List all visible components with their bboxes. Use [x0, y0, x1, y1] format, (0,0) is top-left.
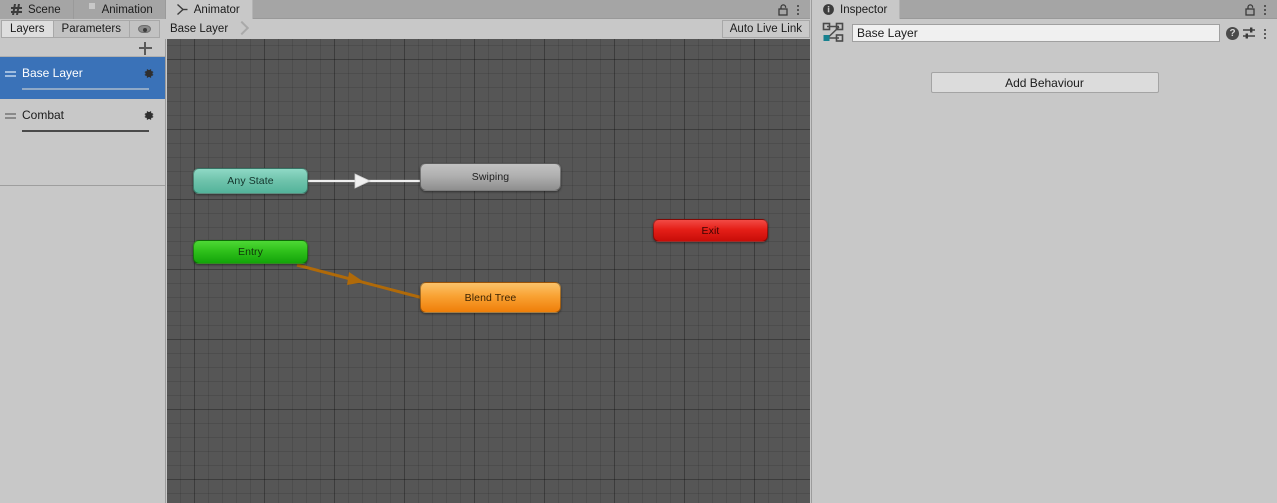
auto-live-link-button[interactable]: Auto Live Link	[721, 20, 810, 38]
eye-icon[interactable]	[129, 20, 160, 38]
animator-tabstrip: Scene Animation Animator	[0, 0, 810, 19]
clock-icon	[84, 3, 97, 16]
drag-handle-icon[interactable]	[5, 113, 16, 119]
unity-editor-window: Scene Animation Animator Layers Paramete…	[0, 0, 1277, 503]
animator-icon	[176, 3, 189, 16]
kebab-menu-icon[interactable]	[792, 2, 804, 17]
help-icon[interactable]: ?	[1226, 26, 1239, 40]
state-node-blend-tree[interactable]: Blend Tree	[420, 282, 561, 313]
breadcrumb-item-base-layer[interactable]: Base Layer	[170, 23, 228, 35]
breadcrumb: Base Layer	[162, 19, 250, 39]
toolbar-tab-parameters[interactable]: Parameters	[53, 20, 130, 38]
info-icon	[822, 3, 835, 16]
transition-any-state-to-swiping	[308, 173, 420, 189]
gear-icon[interactable]	[142, 109, 155, 122]
tab-animation[interactable]: Animation	[73, 0, 166, 19]
inspector-body: Add Behaviour	[812, 47, 1277, 93]
animator-window: Scene Animation Animator Layers Paramete…	[0, 0, 810, 503]
toolbar-tab-layers[interactable]: Layers	[1, 20, 54, 38]
layer-weight-bar	[22, 88, 149, 90]
state-node-label: Blend Tree	[464, 291, 517, 304]
state-node-label: Swiping	[471, 171, 510, 183]
kebab-menu-icon[interactable]	[1259, 2, 1271, 17]
layer-item-label: Base Layer	[22, 66, 83, 80]
layers-add-row	[0, 39, 165, 57]
tab-inspector-label: Inspector	[840, 3, 888, 16]
animator-toolbar: Layers Parameters Base Layer Auto Live L…	[0, 19, 810, 39]
state-node-label: Entry	[237, 246, 263, 258]
kebab-menu-icon[interactable]	[1259, 26, 1271, 41]
tab-inspector[interactable]: Inspector	[812, 0, 901, 19]
state-node-any-state[interactable]: Any State	[193, 168, 308, 194]
tab-animation-label: Animation	[101, 3, 153, 16]
inspector-window: Inspector Base Layer ? Add Behaviour	[811, 0, 1277, 503]
tab-scene-label: Scene	[28, 3, 61, 16]
layer-weight-bar	[22, 130, 149, 132]
layer-name-input[interactable]: Base Layer	[852, 24, 1220, 42]
layers-panel: Base Layer Combat	[0, 39, 166, 503]
state-node-swiping[interactable]: Swiping	[420, 163, 561, 191]
state-node-exit[interactable]: Exit	[653, 219, 768, 242]
add-behaviour-button[interactable]: Add Behaviour	[930, 72, 1159, 93]
state-node-label: Any State	[227, 175, 274, 187]
tab-animator-label: Animator	[193, 3, 240, 16]
tab-animator[interactable]: Animator	[165, 0, 253, 19]
drag-handle-icon[interactable]	[5, 71, 16, 77]
layer-item-label: Combat	[22, 108, 65, 122]
chevron-right-icon	[236, 19, 250, 39]
state-node-entry[interactable]: Entry	[193, 240, 308, 264]
animator-layer-icon	[820, 21, 846, 45]
tab-scene[interactable]: Scene	[0, 0, 74, 19]
inspector-header: Base Layer ?	[812, 19, 1277, 47]
gear-icon[interactable]	[142, 67, 155, 80]
inspector-header-icons: ?	[1226, 26, 1271, 41]
inspector-tab-controls	[1243, 0, 1277, 18]
plus-icon[interactable]	[135, 39, 155, 57]
transition-entry-to-blend-tree	[296, 263, 424, 300]
preset-settings-icon[interactable]	[1242, 26, 1256, 40]
lock-open-icon[interactable]	[776, 2, 790, 17]
lock-open-icon[interactable]	[1243, 2, 1257, 17]
layer-item-combat[interactable]: Combat	[0, 99, 165, 141]
layers-divider	[0, 185, 165, 186]
animator-state-graph[interactable]: Any State Swiping Exit Entry Blend Tree	[167, 39, 810, 503]
inspector-tabstrip: Inspector	[812, 0, 1277, 19]
grid-hash-icon	[10, 3, 23, 16]
state-node-label: Exit	[701, 224, 720, 237]
layer-item-base-layer[interactable]: Base Layer	[0, 57, 165, 99]
transition-edges	[296, 173, 424, 300]
animator-tab-controls	[776, 0, 810, 18]
